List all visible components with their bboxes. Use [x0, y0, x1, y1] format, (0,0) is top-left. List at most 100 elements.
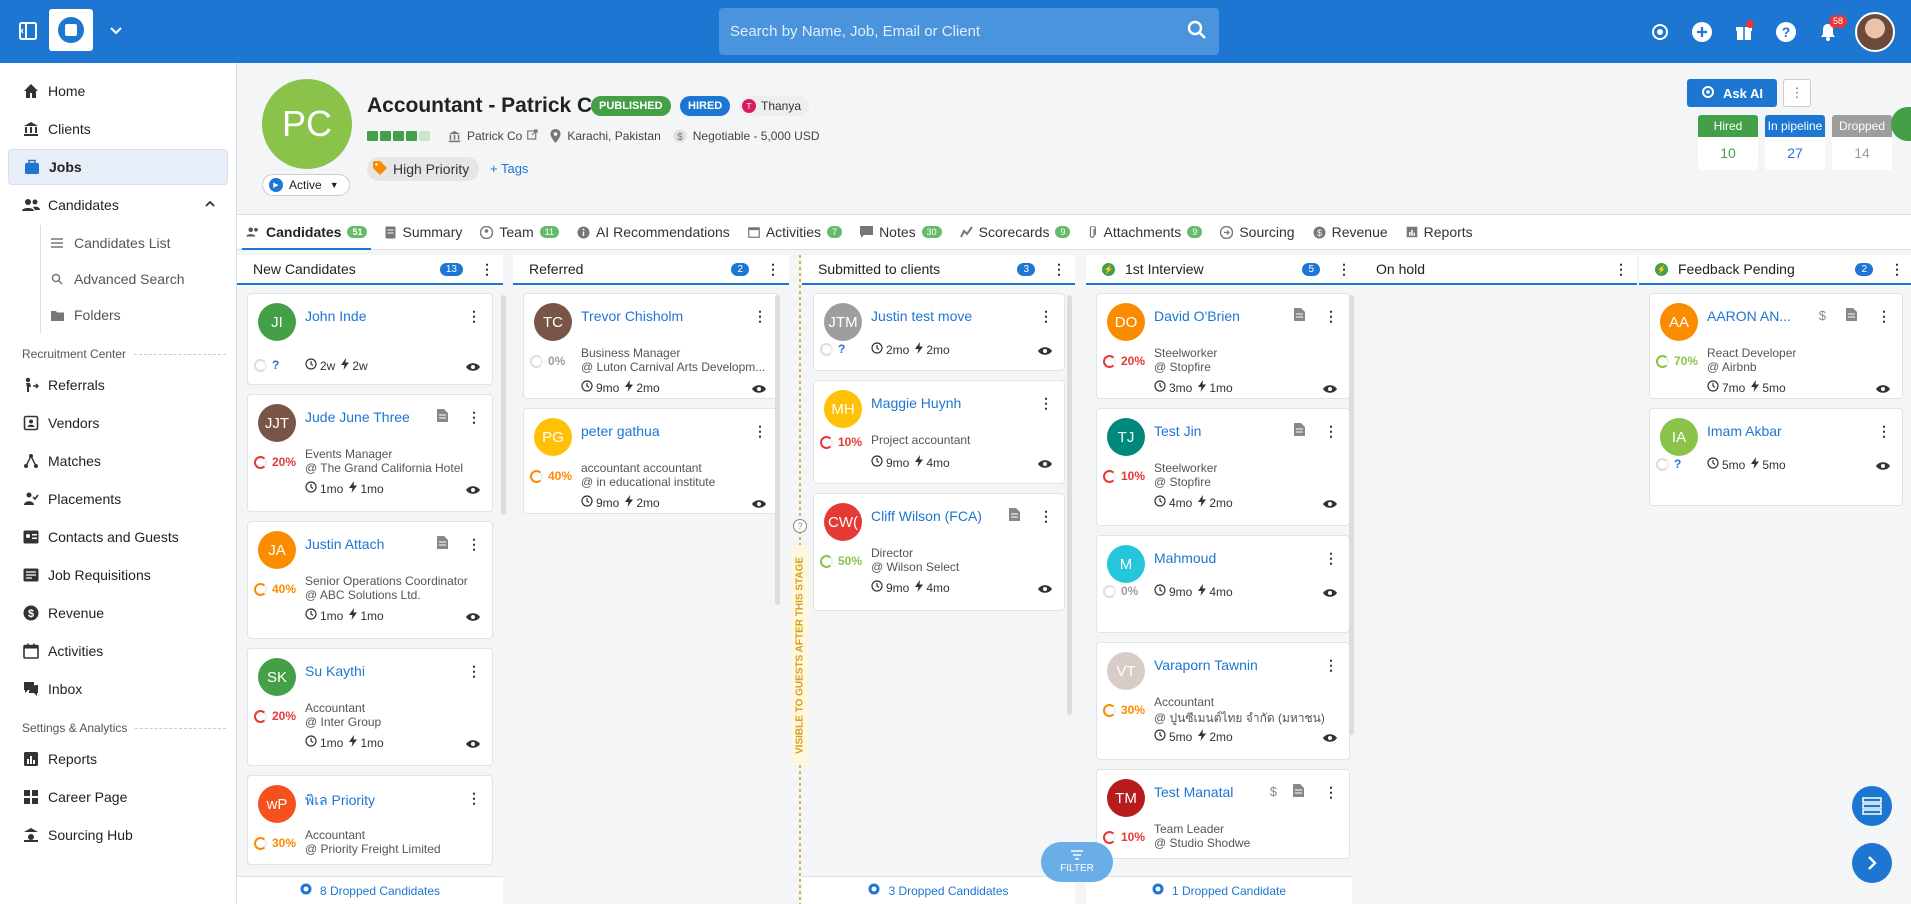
candidate-card[interactable]: wP พิเล Priority Accountant @ Priority Frei… — [247, 775, 493, 865]
bell-icon[interactable]: 58 — [1807, 11, 1849, 53]
candidate-card[interactable]: AA AARON AN... React Developer @ Airbnb 70% 7… — [1649, 293, 1903, 399]
candidate-name[interactable]: Mahmoud — [1154, 550, 1216, 566]
candidate-avatar[interactable]: DO — [1107, 303, 1145, 341]
chevron-down-icon[interactable] — [106, 21, 126, 41]
candidate-avatar[interactable]: JA — [258, 531, 296, 569]
candidate-avatar[interactable]: JI — [258, 303, 296, 341]
eye-icon[interactable] — [1323, 586, 1337, 601]
candidate-avatar[interactable]: TM — [1107, 779, 1145, 817]
priority-chip[interactable]: High Priority — [367, 157, 480, 181]
sidebar-item-activities[interactable]: Activities — [8, 633, 228, 669]
search-input[interactable]: Search by Name, Job, Email or Client — [719, 8, 1219, 55]
eye-icon[interactable] — [1038, 457, 1052, 472]
candidate-name[interactable]: Cliff Wilson (FCA) — [871, 508, 982, 524]
eye-icon[interactable] — [466, 360, 480, 375]
lightbulb-tab[interactable] — [1891, 107, 1911, 141]
more-vert-icon[interactable]: ⋮ — [1611, 259, 1631, 279]
candidate-avatar[interactable]: VT — [1107, 652, 1145, 690]
candidate-card[interactable]: JI John Inde? 2w 2w ⋮ — [247, 293, 493, 385]
candidate-card[interactable]: TM Test Manatal Team Leader @ Studio Shodwe… — [1096, 769, 1350, 859]
more-vert-icon[interactable]: ⋮ — [464, 407, 484, 427]
candidate-name[interactable]: Su Kaythi — [305, 663, 365, 679]
column-header[interactable]: Referred 2 ⋮ — [513, 255, 789, 285]
more-vert-icon[interactable]: ⋮ — [750, 421, 770, 441]
tab-scorecards[interactable]: Scorecards 9 — [959, 214, 1071, 250]
document-icon[interactable] — [1294, 423, 1305, 439]
ask-ai-button[interactable]: Ask AI — [1687, 79, 1777, 107]
more-vert-icon[interactable]: ⋮ — [1321, 306, 1341, 326]
tab-activities[interactable]: Activities 7 — [747, 214, 843, 250]
sidebar-item-revenue[interactable]: $ Revenue — [8, 595, 228, 631]
candidate-avatar[interactable]: IA — [1660, 418, 1698, 456]
sidebar-item-matches[interactable]: Matches — [8, 443, 228, 479]
more-vert-icon[interactable]: ⋮ — [1874, 421, 1894, 441]
candidate-name[interactable]: Maggie Huynh — [871, 395, 961, 411]
sidebar-item-placements[interactable]: Placements — [8, 481, 228, 517]
document-icon[interactable] — [1846, 308, 1857, 324]
candidate-avatar[interactable]: SK — [258, 658, 296, 696]
stat-dropped[interactable]: Dropped 14 — [1832, 115, 1892, 170]
candidate-name[interactable]: AARON AN... — [1707, 308, 1791, 324]
dropped-candidates-link[interactable]: 1 Dropped Candidate — [1086, 876, 1352, 904]
ai-gear-icon[interactable] — [1639, 11, 1681, 53]
candidate-avatar[interactable]: MH — [824, 390, 862, 428]
sidebar-item-home[interactable]: Home — [8, 73, 228, 109]
document-icon[interactable] — [1293, 784, 1304, 800]
more-vert-icon[interactable]: ⋮ — [1036, 506, 1056, 526]
candidate-name[interactable]: Test Jin — [1154, 423, 1201, 439]
more-vert-icon[interactable]: ⋮ — [1321, 421, 1341, 441]
tab-attachments[interactable]: Attachments 9 — [1088, 214, 1203, 250]
eye-icon[interactable] — [1323, 382, 1337, 397]
candidate-name[interactable]: Justin test move — [871, 308, 972, 324]
scroll-right-icon[interactable] — [1852, 843, 1892, 883]
help-icon[interactable]: ? — [793, 519, 807, 533]
sidebar-item-inbox[interactable]: Inbox — [8, 671, 228, 707]
sidebar-item-clients[interactable]: Clients — [8, 111, 228, 147]
candidate-card[interactable]: CW(Cliff Wilson (FCA) Director @ Wilson Se… — [813, 493, 1065, 611]
document-icon[interactable] — [1294, 308, 1305, 324]
candidate-card[interactable]: TJ Test Jin Steelworker @ Stopfire 10% 4mo 2mo… — [1096, 408, 1350, 526]
sidebar-item-jobs[interactable]: Jobs — [8, 149, 228, 185]
column-scrollbar[interactable] — [501, 295, 506, 515]
tab-ai-recommendations[interactable]: AI Recommendations — [577, 214, 730, 250]
candidate-card[interactable]: DO David O'Brien Steelworker @ Stopfire 20% 3… — [1096, 293, 1350, 399]
tab-notes[interactable]: Notes 30 — [860, 214, 942, 250]
column-scrollbar[interactable] — [775, 295, 780, 605]
filter-button[interactable]: FILTER — [1041, 842, 1113, 882]
candidate-card[interactable]: SK Su Kaythi Accountant @ Inter Group 20% 1mo… — [247, 648, 493, 766]
dollar-icon[interactable]: $ — [1819, 308, 1826, 323]
search-icon[interactable] — [1187, 20, 1207, 44]
candidate-card[interactable]: M Mahmoud 0% 9mo 4mo ⋮ — [1096, 535, 1350, 633]
user-avatar[interactable] — [1855, 11, 1895, 52]
eye-icon[interactable] — [1876, 382, 1890, 397]
dropped-candidates-link[interactable]: 8 Dropped Candidates — [237, 876, 503, 904]
gift-icon[interactable] — [1723, 11, 1765, 53]
app-logo[interactable] — [49, 9, 93, 51]
sidebar-item-contacts[interactable]: Contacts and Guests — [8, 519, 228, 555]
candidate-avatar[interactable]: JJT — [258, 404, 296, 442]
candidate-name[interactable]: พิเล Priority — [305, 790, 375, 812]
sidebar-item-vendors[interactable]: Vendors — [8, 405, 228, 441]
candidate-card[interactable]: JTM Justin test move? 2mo 2mo ⋮ — [813, 293, 1065, 371]
candidate-avatar[interactable]: CW( — [824, 503, 862, 541]
dollar-icon[interactable]: $ — [1270, 784, 1277, 799]
more-vert-icon[interactable]: ⋮ — [1321, 548, 1341, 568]
tab-team[interactable]: Team 11 — [480, 214, 559, 250]
column-scrollbar[interactable] — [1067, 295, 1072, 715]
chevron-up-icon[interactable] — [204, 197, 216, 213]
stat-hired[interactable]: Hired 10 — [1698, 115, 1758, 170]
dropped-candidates-link[interactable]: 3 Dropped Candidates — [802, 876, 1075, 904]
more-vert-icon[interactable]: ⋮ — [464, 306, 484, 326]
candidate-avatar[interactable]: TC — [534, 303, 572, 341]
eye-icon[interactable] — [752, 497, 766, 512]
more-vert-icon[interactable]: ⋮ — [1334, 259, 1354, 279]
more-vert-icon[interactable]: ⋮ — [1036, 306, 1056, 326]
eye-icon[interactable] — [1038, 582, 1052, 597]
stat-in-pipeline[interactable]: In pipeline 27 — [1765, 115, 1825, 170]
sidebar-item-reports[interactable]: Reports — [8, 741, 228, 777]
tab-reports[interactable]: Reports — [1406, 214, 1473, 250]
sidebar-subitem-folders[interactable]: Folders — [40, 297, 228, 333]
tab-sourcing[interactable]: Sourcing — [1220, 214, 1295, 250]
document-icon[interactable] — [437, 409, 448, 425]
eye-icon[interactable] — [1323, 497, 1337, 512]
